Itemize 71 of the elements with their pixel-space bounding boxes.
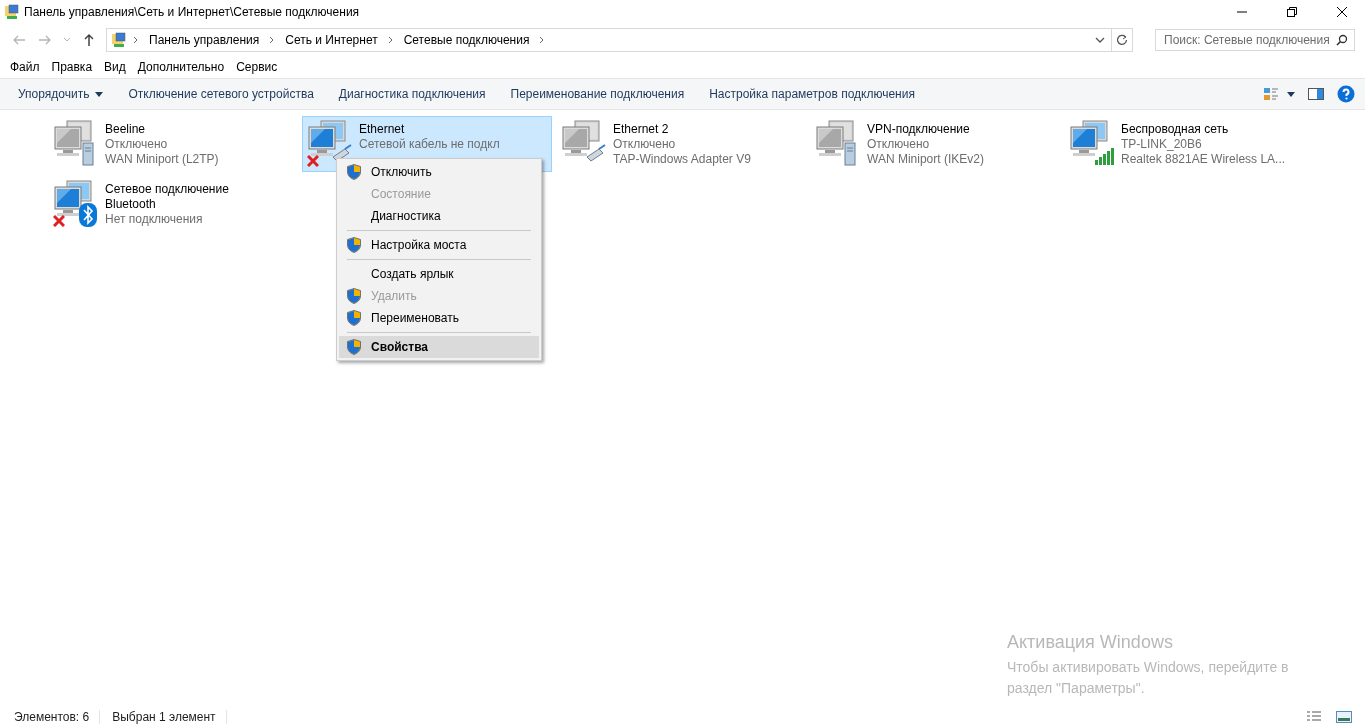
connection-item[interactable]: Ethernet 2 Отключено TAP-Windows Adapter V9 <box>556 116 806 172</box>
chevron-icon <box>133 36 139 44</box>
chevron-icon <box>269 36 276 44</box>
menu-item-label: Свойства <box>371 340 429 354</box>
menu-item-label: Удалить <box>371 289 417 303</box>
help-icon[interactable] <box>1335 83 1357 105</box>
toolbar-button[interactable]: Диагностика подключения <box>328 80 496 108</box>
menu-item-label: Создать ярлык <box>371 267 454 281</box>
connection-item[interactable]: VPN-подключение Отключено WAN Miniport (IKEv2) <box>810 116 1060 172</box>
search-field[interactable]: Поиск: Сетевые подключения <box>1155 29 1355 51</box>
breadcrumb[interactable]: Сетевые подключения <box>399 33 534 47</box>
dropdown-icon[interactable] <box>1095 36 1105 44</box>
restore-icon <box>1286 6 1298 18</box>
connection-status: Отключено <box>867 137 931 152</box>
status-text: Выбран 1 элемент <box>112 710 227 724</box>
menu-item[interactable]: Правка <box>45 60 99 74</box>
connection-item[interactable]: Сетевое подключение Bluetooth Нет подключения <box>48 176 298 232</box>
address-bar[interactable]: Панель управления Сеть и Интернет Сетевые подключения <box>106 28 1133 52</box>
caret-icon <box>63 37 71 43</box>
connection-item[interactable]: Beeline Отключено WAN Miniport (L2TP) <box>48 116 298 172</box>
connection-name: Сетевое подключение Bluetooth <box>105 182 230 212</box>
connection-status: Отключено <box>105 137 169 152</box>
adapter-name: TAP-Windows Adapter V9 <box>613 152 751 167</box>
breadcrumb[interactable]: Сеть и Интернет <box>281 33 382 47</box>
connection-name: Beeline <box>105 122 147 137</box>
adapter-name: Realtek 8821AE Wireless LA... <box>1121 152 1286 167</box>
menu-item[interactable]: Сервис <box>230 60 284 74</box>
toolbar-button[interactable]: Упорядочить <box>8 80 114 108</box>
menu-item-label: Диагностика <box>371 209 441 223</box>
status-text: Элементов: 6 <box>14 710 101 724</box>
adapter-name: WAN Miniport (IKEv2) <box>867 152 984 167</box>
breadcrumb[interactable]: Панель управления <box>145 33 264 47</box>
shield-icon <box>347 310 361 326</box>
menu-item-label: Настройка моста <box>371 238 467 252</box>
connection-item[interactable]: Беспроводная сеть TP-LINK_20B6 Realtek 8821AE Wireless LA... <box>1064 116 1314 172</box>
connection-status: TP-LINK_20B6 <box>1121 137 1203 152</box>
shield-icon <box>347 237 361 253</box>
context-menu-item[interactable]: Настройка моста <box>339 234 539 256</box>
context-menu-item[interactable]: Диагностика <box>339 205 539 227</box>
toolbar-button[interactable]: Настройка параметров подключения <box>699 80 925 108</box>
chevron-icon <box>539 36 546 44</box>
activation-message: Чтобы активировать Windows, перейдите в раздел "Параметры". <box>1007 658 1290 698</box>
network-folder-icon <box>111 32 127 48</box>
toolbar-button[interactable]: Отключение сетевого устройства <box>118 80 324 108</box>
menu-item-label: Переименовать <box>371 311 459 325</box>
connection-status: Сетевой кабель не подкл <box>359 137 500 152</box>
connection-name: Беспроводная сеть <box>1121 122 1230 137</box>
window-title: Панель управления\Сеть и Интернет\Сетевые подключения <box>24 5 361 19</box>
menu-item[interactable]: Дополнительно <box>131 60 231 74</box>
connection-name: Ethernet <box>359 122 406 137</box>
chevron-icon <box>387 36 394 44</box>
menu-item-label: Состояние <box>371 187 431 201</box>
search-icon <box>1336 34 1348 46</box>
shield-icon <box>347 164 361 180</box>
connection-status: Отключено <box>613 137 677 152</box>
refresh-icon <box>1116 34 1128 46</box>
menu-item[interactable]: Вид <box>98 60 132 74</box>
network-folder-icon <box>4 4 20 20</box>
close-icon <box>1336 6 1348 18</box>
context-menu-item[interactable]: Свойства <box>339 336 539 358</box>
context-menu-item[interactable]: Переименовать <box>339 307 539 329</box>
shield-icon <box>347 339 361 355</box>
connection-name: VPN-подключение <box>867 122 971 137</box>
connection-name: Ethernet 2 <box>613 122 670 137</box>
shield-icon <box>347 288 361 304</box>
toolbar-button[interactable]: Переименование подключения <box>500 80 695 108</box>
menu-item[interactable]: Файл <box>4 60 46 74</box>
activation-title: Активация Windows <box>1007 632 1174 653</box>
connection-status: Нет подключения <box>105 212 204 227</box>
adapter-name: WAN Miniport (L2TP) <box>105 152 219 167</box>
context-menu-item[interactable]: Создать ярлык <box>339 263 539 285</box>
